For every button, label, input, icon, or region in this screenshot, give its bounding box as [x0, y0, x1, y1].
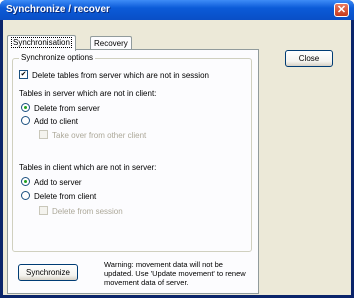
radio-unselected-icon: [21, 116, 30, 126]
radio-delete-from-server[interactable]: Delete from server: [21, 103, 100, 114]
dialog-window: Synchronize / recover ✕ Synchronisation …: [0, 0, 354, 298]
client-section-heading: Tables in client which are not in server…: [19, 163, 157, 172]
tab-recovery-label: Recovery: [94, 39, 128, 48]
synchronize-options-group: Synchronize options ✔ Delete tables from …: [12, 53, 252, 252]
close-button[interactable]: Close: [285, 50, 333, 67]
radio-selected-icon: [21, 103, 30, 113]
title-bar[interactable]: Synchronize / recover ✕: [0, 0, 354, 20]
checkbox-checked-icon: ✔: [19, 70, 28, 80]
group-label: Synchronize options: [19, 53, 96, 62]
tab-synchronisation[interactable]: Synchronisation: [7, 35, 76, 51]
checkbox-disabled-icon: [39, 130, 48, 140]
radio-selected-icon: [21, 177, 30, 187]
delete-tables-checkbox[interactable]: ✔ Delete tables from server which are not…: [19, 70, 209, 81]
radio-add-to-server[interactable]: Add to server: [21, 177, 82, 188]
take-over-checkbox[interactable]: Take over from other client: [39, 130, 147, 141]
warning-text: Warning: movement data will not be updat…: [104, 260, 246, 287]
delete-from-session-checkbox[interactable]: Delete from session: [39, 206, 123, 217]
delete-from-server-label: Delete from server: [34, 104, 100, 113]
radio-delete-from-client[interactable]: Delete from client: [21, 191, 97, 202]
checkbox-disabled-icon: [39, 206, 48, 216]
delete-from-client-label: Delete from client: [34, 192, 97, 201]
tab-panel-synchronisation: Synchronize options ✔ Delete tables from …: [7, 49, 259, 294]
radio-unselected-icon: [21, 191, 30, 201]
add-to-client-label: Add to client: [34, 117, 79, 126]
synchronize-button[interactable]: Synchronize: [18, 264, 78, 281]
delete-tables-label: Delete tables from server which are not …: [32, 71, 209, 80]
dialog-client-area: Synchronisation Recovery Close Synchroni…: [3, 20, 351, 295]
tab-recovery[interactable]: Recovery: [90, 36, 132, 50]
window-close-icon[interactable]: ✕: [334, 3, 349, 17]
server-section-heading: Tables in server which are not in client…: [19, 89, 157, 98]
take-over-label: Take over from other client: [52, 131, 147, 140]
delete-from-session-label: Delete from session: [52, 207, 123, 216]
window-title: Synchronize / recover: [6, 4, 110, 15]
radio-add-to-client[interactable]: Add to client: [21, 116, 79, 127]
tab-synchronisation-label: Synchronisation: [11, 37, 72, 48]
add-to-server-label: Add to server: [34, 178, 82, 187]
